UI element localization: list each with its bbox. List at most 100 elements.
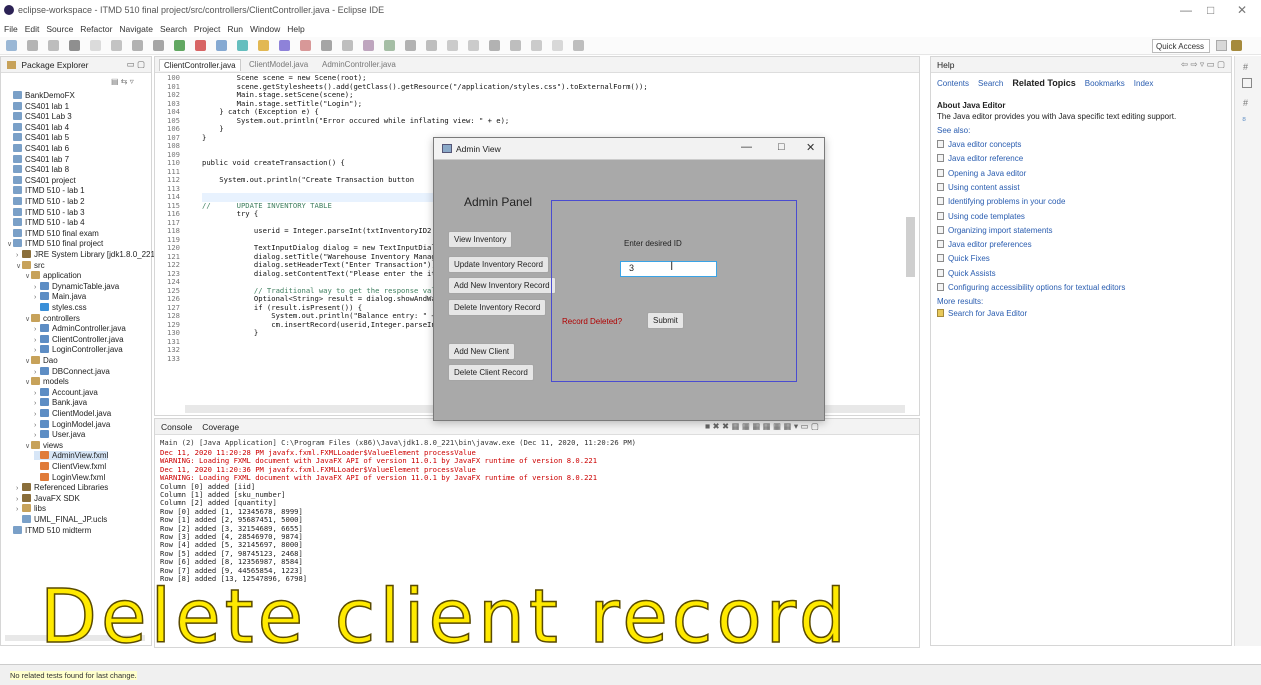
toolbar-icon-23[interactable] bbox=[468, 40, 479, 51]
help-link[interactable]: Quick Assists bbox=[937, 268, 996, 278]
toolbar-icon-17[interactable] bbox=[342, 40, 353, 51]
admin-minimize-icon[interactable]: — bbox=[741, 141, 752, 153]
help-link[interactable]: Opening a Java editor bbox=[937, 168, 1026, 178]
close-icon[interactable]: ✕ bbox=[1237, 3, 1247, 17]
tree-item[interactable]: AdminView.fxml bbox=[34, 451, 109, 461]
outline-icon[interactable] bbox=[1242, 78, 1252, 88]
menu-source[interactable]: Source bbox=[46, 24, 73, 34]
toolbar-icon-9[interactable] bbox=[174, 40, 185, 51]
tree-item[interactable]: CS401 lab 7 bbox=[7, 154, 69, 164]
menu-navigate[interactable]: Navigate bbox=[119, 24, 153, 34]
minimize-view-icon[interactable]: ▭ ▢ bbox=[127, 59, 145, 70]
tree-item[interactable]: ∨ controllers bbox=[25, 313, 80, 323]
console-tab[interactable]: Coverage bbox=[202, 422, 239, 432]
help-tab[interactable]: Bookmarks bbox=[1085, 79, 1125, 88]
tree-item[interactable]: BankDemoFX bbox=[7, 91, 75, 100]
admin-delete-client-record-button[interactable]: Delete Client Record bbox=[448, 364, 534, 381]
tree-item[interactable]: ∨ models bbox=[25, 377, 69, 386]
tree-item[interactable]: styles.css bbox=[34, 303, 87, 312]
toolbar-icon-6[interactable] bbox=[111, 40, 122, 51]
help-link[interactable]: Java editor reference bbox=[937, 154, 1023, 163]
tree-item[interactable]: ∨ views bbox=[25, 440, 63, 450]
tree-item[interactable]: ∨ ITMD 510 final project bbox=[7, 239, 103, 248]
menu-refactor[interactable]: Refactor bbox=[80, 24, 112, 34]
tree-item[interactable]: CS401 lab 1 bbox=[7, 101, 69, 111]
tree-item[interactable]: › LoginModel.java bbox=[34, 419, 110, 429]
hierarchy-icon[interactable]: ₈ bbox=[1242, 112, 1246, 123]
client-id-input[interactable]: 3 bbox=[620, 261, 717, 277]
toolbar-icon-8[interactable] bbox=[153, 40, 164, 51]
tree-item[interactable]: › libs bbox=[16, 504, 46, 513]
admin-view-inventory-button[interactable]: View Inventory bbox=[448, 231, 513, 248]
toolbar-icon-7[interactable] bbox=[132, 40, 143, 51]
help-tab[interactable]: Search bbox=[978, 79, 1003, 88]
help-tab[interactable]: Related Topics bbox=[1012, 78, 1075, 88]
menu-help[interactable]: Help bbox=[287, 24, 304, 34]
tree-item[interactable]: ClientView.fxml bbox=[34, 462, 106, 471]
toolbar-icon-15[interactable] bbox=[300, 40, 311, 51]
editor-tab[interactable]: ClientController.java bbox=[159, 59, 241, 71]
toolbar-icon-4[interactable] bbox=[69, 40, 80, 51]
toolbar-icon-5[interactable] bbox=[90, 40, 101, 51]
toolbar-icon-3[interactable] bbox=[48, 40, 59, 51]
help-link[interactable]: Using content assist bbox=[937, 182, 1020, 192]
help-tab[interactable]: Index bbox=[1134, 79, 1154, 88]
menu-project[interactable]: Project bbox=[194, 24, 220, 34]
help-link[interactable]: Identifying problems in your code bbox=[937, 197, 1065, 206]
toolbar-icon-21[interactable] bbox=[426, 40, 437, 51]
tree-item[interactable]: LoginView.fxml bbox=[34, 472, 105, 482]
menu-file[interactable]: File bbox=[4, 24, 18, 34]
tree-item[interactable]: CS401 lab 8 bbox=[7, 165, 69, 174]
tree-item[interactable]: › User.java bbox=[34, 430, 85, 439]
tree-item[interactable]: › LoginController.java bbox=[34, 345, 123, 354]
menu-search[interactable]: Search bbox=[160, 24, 187, 34]
toolbar-icon-22[interactable] bbox=[447, 40, 458, 51]
toolbar-icon-26[interactable] bbox=[531, 40, 542, 51]
tree-item[interactable]: › Referenced Libraries bbox=[16, 483, 108, 492]
toolbar-icon-2[interactable] bbox=[27, 40, 38, 51]
toolbar-icon-14[interactable] bbox=[279, 40, 290, 51]
tree-item[interactable]: › JavaFX SDK bbox=[16, 493, 80, 503]
menu-edit[interactable]: Edit bbox=[25, 24, 40, 34]
menu-window[interactable]: Window bbox=[250, 24, 280, 34]
hash-icon-2[interactable]: # bbox=[1243, 98, 1248, 108]
editor-tab[interactable]: AdminController.java bbox=[318, 59, 400, 70]
toolbar-icon-1[interactable] bbox=[6, 40, 17, 51]
tree-item[interactable]: ITMD 510 - lab 2 bbox=[7, 197, 85, 206]
tree-item[interactable]: CS401 Lab 3 bbox=[7, 112, 72, 121]
vertical-scrollbar[interactable] bbox=[906, 217, 915, 277]
admin-add-new-client-button[interactable]: Add New Client bbox=[448, 343, 516, 360]
tree-item[interactable]: › DynamicTable.java bbox=[34, 281, 119, 291]
tree-item[interactable]: › Account.java bbox=[34, 387, 98, 397]
toolbar-icon-12[interactable] bbox=[237, 40, 248, 51]
tree-item[interactable]: › Main.java bbox=[34, 292, 86, 301]
toolbar-icon-18[interactable] bbox=[363, 40, 374, 51]
admin-update-inventory-record-button[interactable]: Update Inventory Record bbox=[448, 256, 549, 273]
menu-run[interactable]: Run bbox=[227, 24, 243, 34]
toolbar-icon-24[interactable] bbox=[489, 40, 500, 51]
toolbar-icon-20[interactable] bbox=[405, 40, 416, 51]
toolbar-icon-19[interactable] bbox=[384, 40, 395, 51]
help-link[interactable]: Quick Fixes bbox=[937, 254, 990, 263]
help-link[interactable]: Java editor preferences bbox=[937, 240, 1032, 249]
help-view-controls[interactable]: ⇦ ⇨ ▿ ▭ ▢ bbox=[1181, 59, 1225, 70]
tree-item[interactable]: ITMD 510 - lab 3 bbox=[7, 207, 85, 217]
toolbar-icon-13[interactable] bbox=[258, 40, 269, 51]
submit-button[interactable]: Submit bbox=[647, 312, 684, 329]
admin-close-icon[interactable]: ✕ bbox=[806, 141, 815, 154]
search-for-java-editor-link[interactable]: Search for Java Editor bbox=[937, 309, 1027, 318]
tree-item[interactable]: CS401 lab 4 bbox=[7, 122, 69, 132]
tree-item[interactable]: › JRE System Library [jdk1.8.0_221] bbox=[16, 250, 154, 259]
editor-tab[interactable]: ClientModel.java bbox=[245, 59, 312, 70]
toolbar-icon-10[interactable] bbox=[195, 40, 206, 51]
console-tab[interactable]: Console bbox=[161, 422, 192, 432]
minimize-icon[interactable]: — bbox=[1180, 3, 1192, 17]
admin-add-new-inventory-record-button[interactable]: Add New Inventory Record bbox=[448, 277, 556, 294]
tree-item[interactable]: CS401 lab 5 bbox=[7, 133, 69, 142]
help-link[interactable]: Using code templates bbox=[937, 211, 1025, 221]
toolbar-icon-28[interactable] bbox=[573, 40, 584, 51]
tree-item[interactable]: › Bank.java bbox=[34, 398, 87, 407]
perspective-icon[interactable] bbox=[1216, 40, 1227, 51]
tree-item[interactable]: › DBConnect.java bbox=[34, 366, 110, 376]
tree-item[interactable]: › ClientModel.java bbox=[34, 409, 111, 418]
